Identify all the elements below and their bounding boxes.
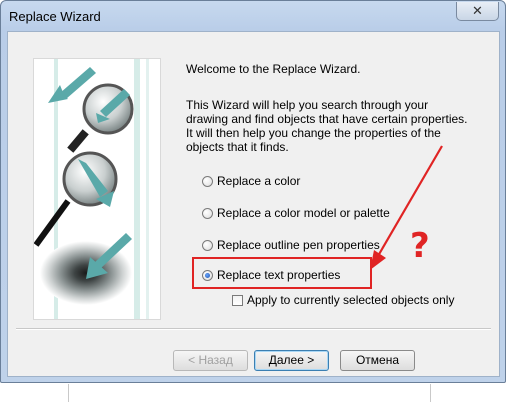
radio-replace-color[interactable] [202, 176, 213, 187]
cancel-button[interactable]: Отмена [340, 350, 415, 371]
back-button[interactable]: < Назад [173, 350, 248, 371]
footer-separator [16, 328, 491, 330]
apply-selected-only-option[interactable]: Apply to currently selected objects only [232, 293, 454, 307]
option-replace-color[interactable]: Replace a color [202, 174, 300, 188]
radio-replace-color-model[interactable] [202, 208, 213, 219]
wizard-art-image [34, 59, 149, 319]
option-label: Replace a color [217, 174, 301, 188]
option-label: Replace outline pen properties [217, 238, 380, 252]
desktop-edge-left [68, 384, 69, 402]
radio-replace-outline-pen[interactable] [202, 240, 213, 251]
welcome-heading: Welcome to the Replace Wizard. [186, 62, 361, 76]
wizard-illustration [33, 58, 161, 320]
replace-wizard-window: Replace Wizard ✕ Welcome to the Replace … [0, 0, 506, 383]
title-bar[interactable]: Replace Wizard ✕ [1, 1, 505, 31]
annotation-highlight-box [192, 257, 372, 289]
close-button[interactable]: ✕ [456, 2, 499, 21]
next-button[interactable]: Далее > [254, 350, 329, 371]
close-icon: ✕ [472, 3, 483, 18]
option-replace-outline-pen[interactable]: Replace outline pen properties [202, 238, 380, 252]
desktop-edge-right [430, 384, 431, 402]
apply-selected-only-checkbox[interactable] [232, 295, 243, 306]
window-title: Replace Wizard [9, 9, 101, 24]
annotation-question-mark: ? [410, 226, 430, 266]
checkbox-label: Apply to currently selected objects only [247, 293, 455, 307]
annotation-arrow [370, 145, 443, 270]
dialog-body: Welcome to the Replace Wizard. This Wiza… [7, 31, 500, 377]
